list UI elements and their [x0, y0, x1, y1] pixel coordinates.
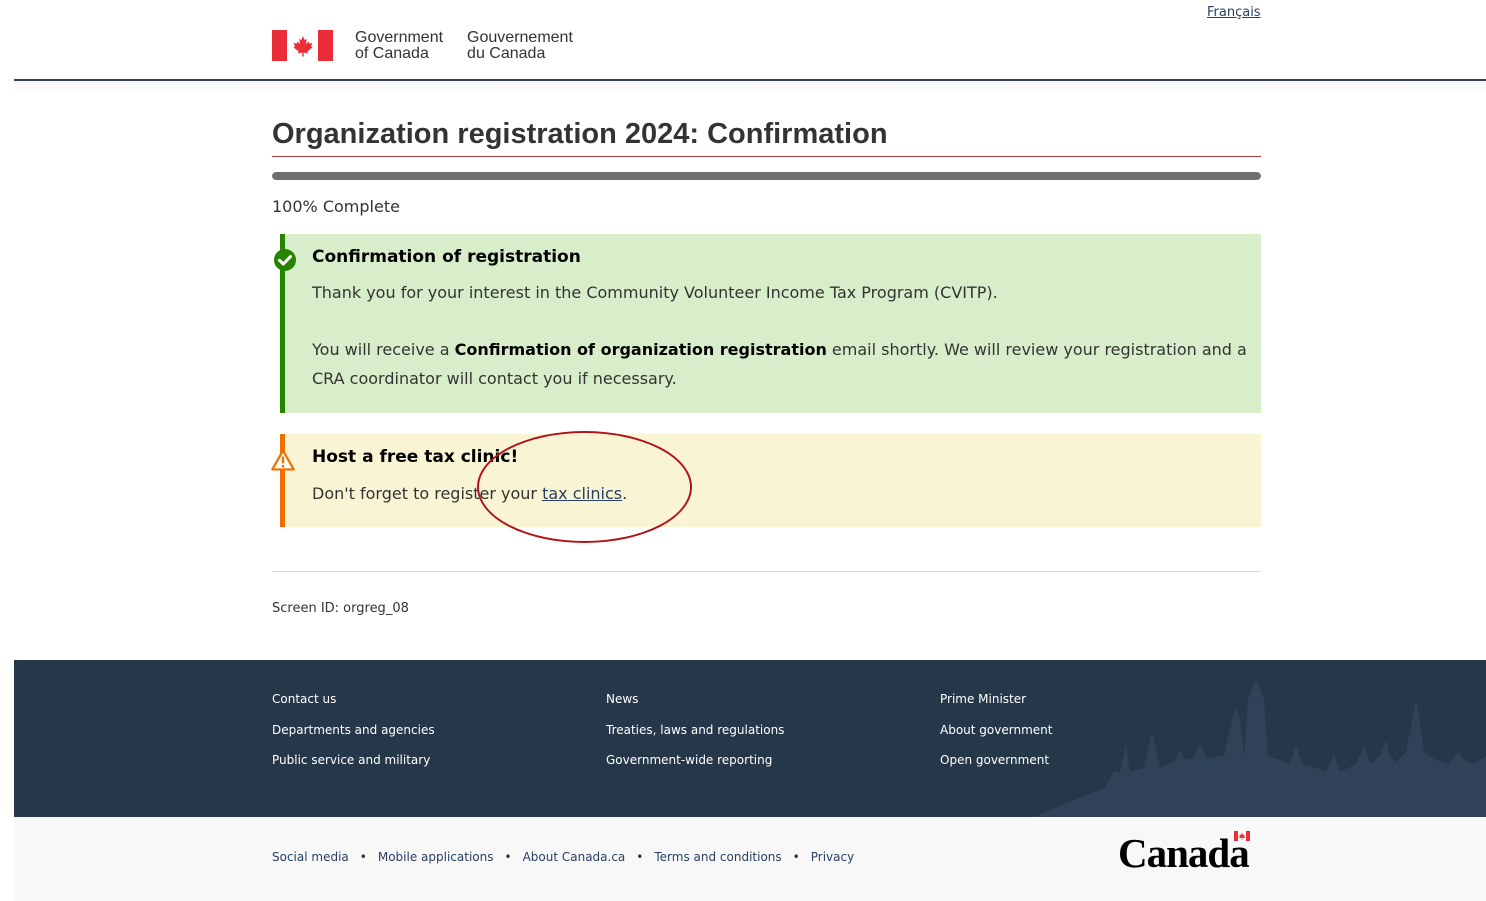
success-alert-heading: Confirmation of registration [312, 247, 581, 267]
screen-id: Screen ID: orgreg_08 [272, 601, 409, 616]
canada-wordmark-text: Canada [1118, 830, 1250, 876]
warning-triangle-icon [271, 448, 295, 472]
warning-alert-message: Don't forget to register your tax clinic… [312, 484, 628, 503]
footer-link-public-service[interactable]: Public service and military [272, 751, 435, 782]
footer-sub-link-social-media[interactable]: Social media [272, 850, 349, 864]
footer-link-reporting[interactable]: Government-wide reporting [606, 751, 784, 782]
canada-wordmark: Canada [1118, 831, 1250, 875]
title-underline [272, 156, 1261, 157]
confirmation-email-name: Confirmation of organization registratio… [454, 340, 827, 359]
progress-bar [272, 172, 1261, 180]
footer-link-contact-us[interactable]: Contact us [272, 690, 435, 721]
progress-bar-fill [272, 172, 1261, 180]
content-divider [272, 571, 1261, 572]
footer-link-news[interactable]: News [606, 690, 784, 721]
footer-sub-link-privacy[interactable]: Privacy [811, 850, 854, 864]
success-alert: Confirmation of registration Thank you f… [274, 234, 1261, 413]
header-shadow [14, 81, 1486, 95]
warning-alert: Host a free tax clinic! Don't forget to … [271, 434, 1261, 527]
canada-flag-icon [272, 30, 333, 61]
check-circle-icon [273, 248, 297, 272]
government-signature[interactable]: Government of Canada Gouvernement du Can… [272, 30, 573, 62]
language-toggle-link[interactable]: Français [1207, 5, 1261, 20]
warning-alert-heading: Host a free tax clinic! [312, 447, 519, 467]
footer-column-1: Contact us Departments and agencies Publ… [272, 690, 435, 782]
gc-name-french: Gouvernement du Canada [467, 29, 573, 62]
footer-link-treaties[interactable]: Treaties, laws and regulations [606, 721, 784, 752]
parliament-skyline-illustration [1034, 680, 1486, 817]
footer-link-departments[interactable]: Departments and agencies [272, 721, 435, 752]
success-alert-message: You will receive a Confirmation of organ… [312, 340, 1247, 388]
footer-sub: Social media • Mobile applications • Abo… [14, 817, 1486, 901]
footer-sub-links: Social media • Mobile applications • Abo… [272, 850, 855, 864]
success-alert-thanks: Thank you for your interest in the Commu… [312, 283, 998, 302]
footer-column-2: News Treaties, laws and regulations Gove… [606, 690, 784, 782]
page-title: Organization registration 2024: Confirma… [272, 118, 888, 150]
footer-sub-link-about-canada[interactable]: About Canada.ca [523, 850, 626, 864]
progress-text: 100% Complete [272, 197, 400, 216]
footer-sub-link-mobile-apps[interactable]: Mobile applications [378, 850, 494, 864]
tax-clinics-link[interactable]: tax clinics [542, 484, 622, 503]
gc-name-english: Government of Canada [355, 29, 444, 62]
wordmark-flag-icon [1233, 831, 1250, 841]
footer-sub-link-terms[interactable]: Terms and conditions [654, 850, 781, 864]
footer-main: Contact us Departments and agencies Publ… [14, 660, 1486, 817]
